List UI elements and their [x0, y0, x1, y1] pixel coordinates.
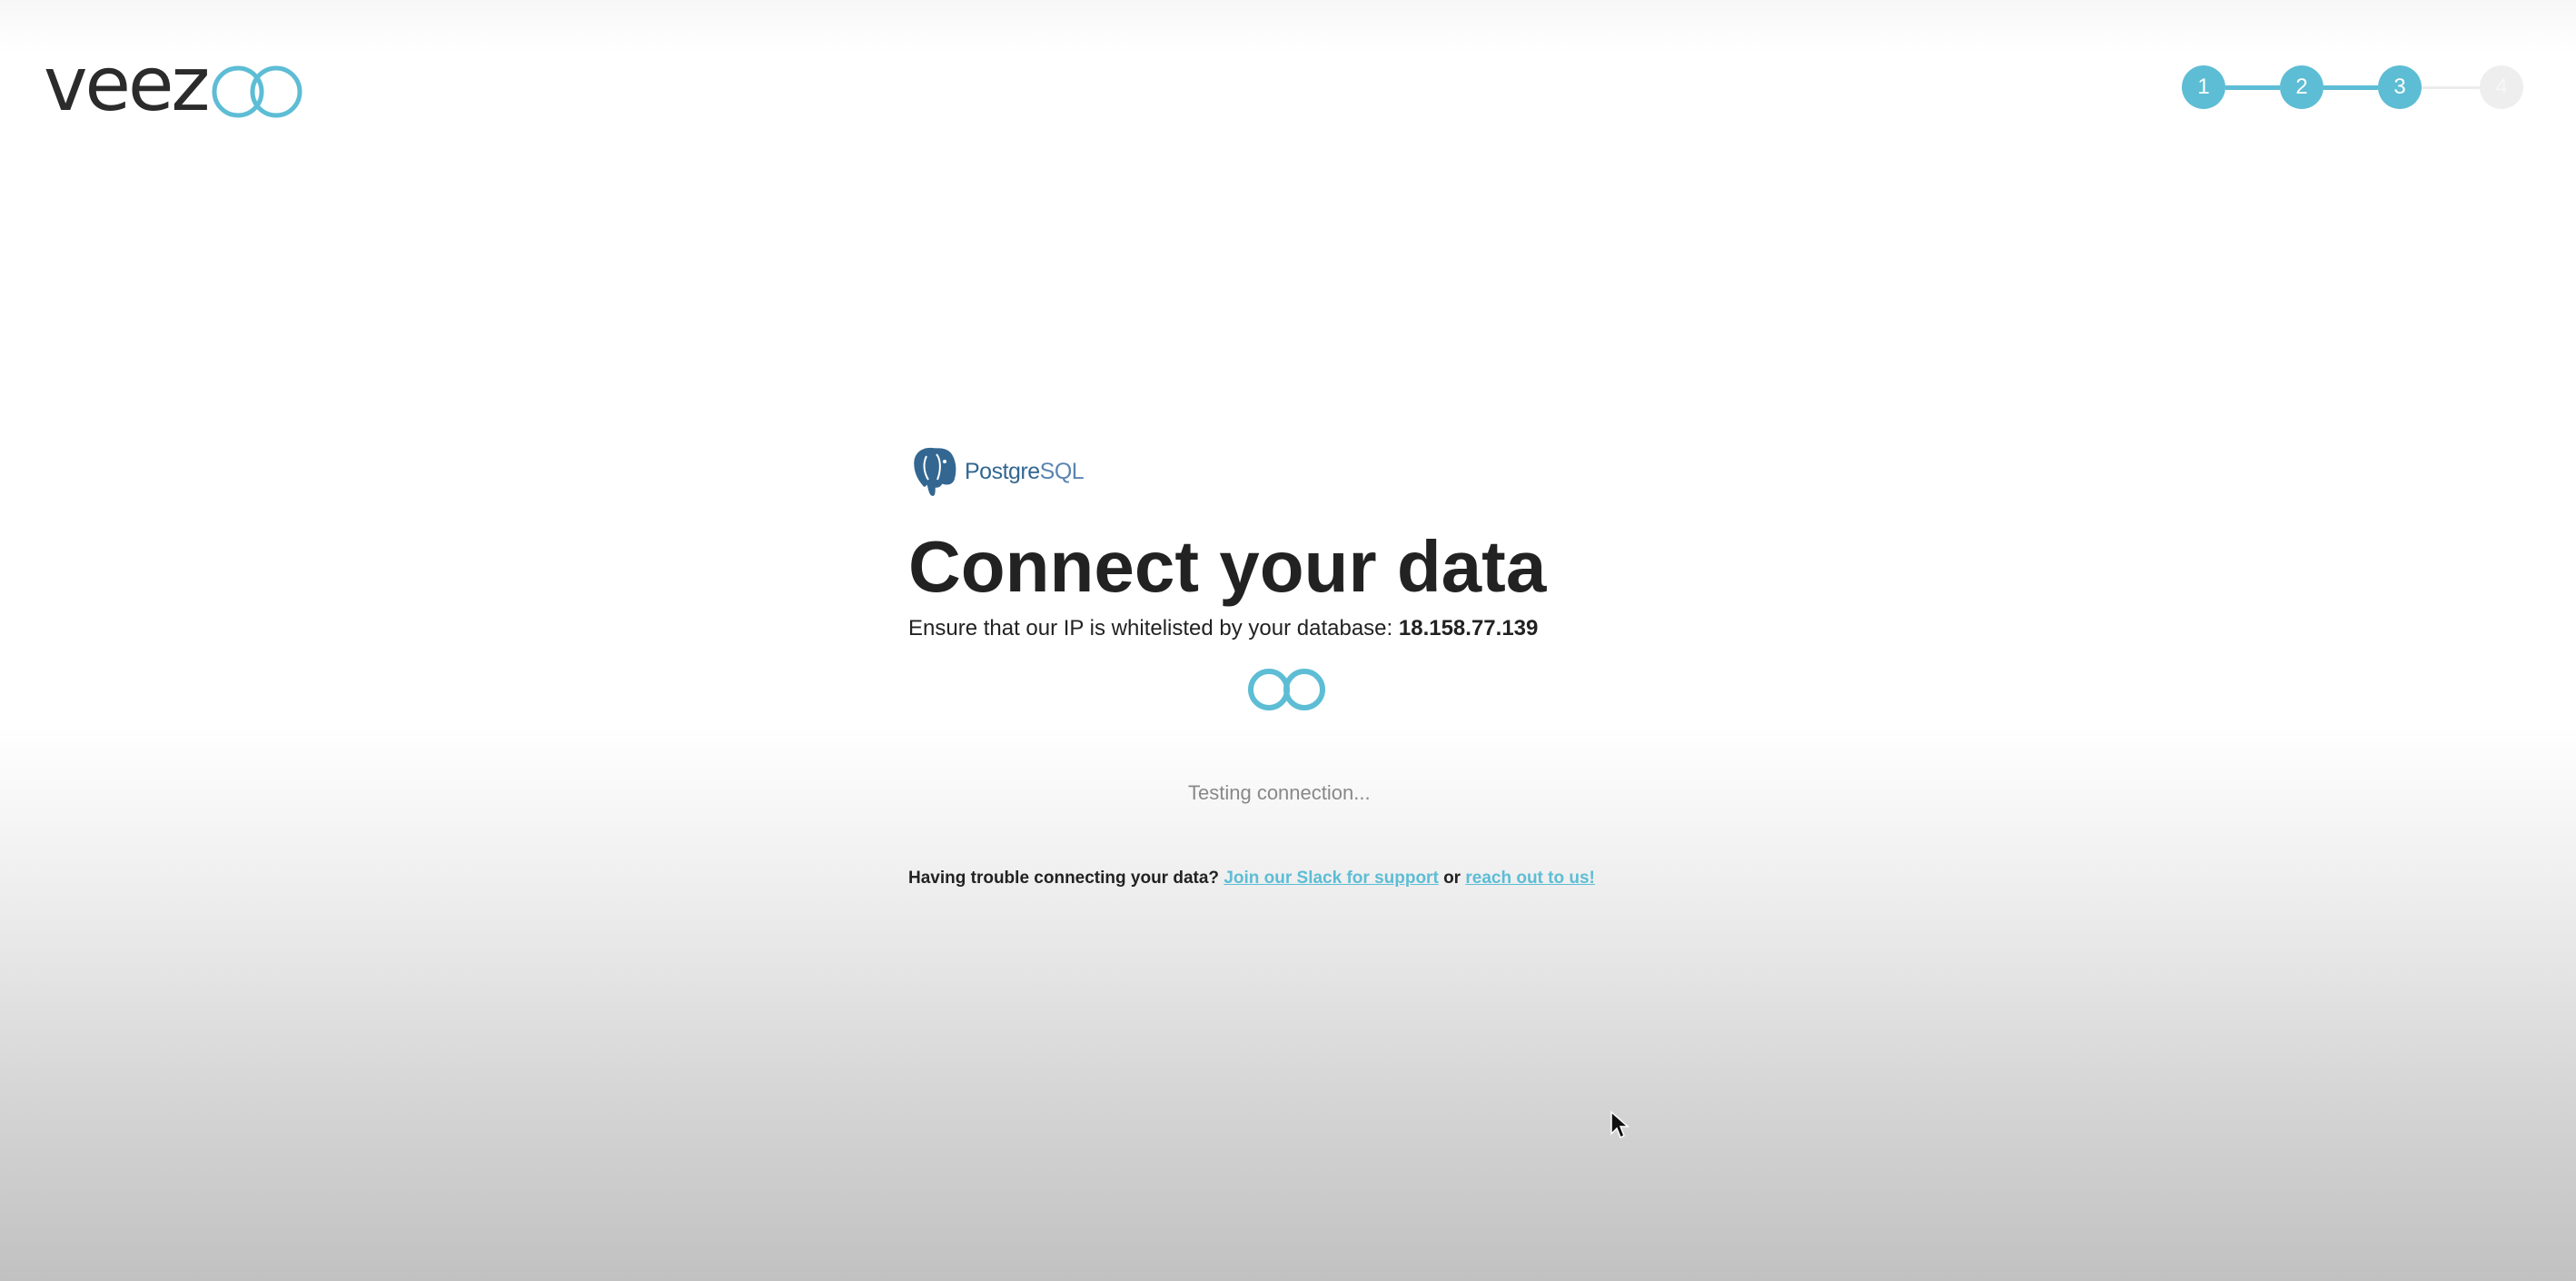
ip-whitelist-instruction: Ensure that our IP is whitelisted by you…	[908, 616, 1538, 641]
step-1[interactable]: 1	[2182, 65, 2225, 109]
logo-wordmark: veez	[44, 42, 210, 128]
step-4: 4	[2480, 65, 2523, 109]
help-text: Having trouble connecting your data? Joi…	[908, 869, 1595, 889]
connect-panel: PostgreSQL Connect your data Ensure that…	[908, 443, 1635, 888]
help-question: Having trouble connecting your data?	[908, 869, 1220, 888]
loading-rings-icon	[1248, 669, 1325, 710]
step-connector	[2323, 85, 2378, 90]
step-2[interactable]: 2	[2280, 65, 2323, 109]
step-connector	[2422, 86, 2480, 89]
step-3[interactable]: 3	[2378, 65, 2422, 109]
slack-support-link[interactable]: Join our Slack for support	[1224, 869, 1438, 888]
connection-status-text: Testing connection...	[1188, 781, 1371, 804]
postgresql-wordmark: PostgreSQL	[965, 458, 1085, 485]
ip-instruction-text: Ensure that our IP is whitelisted by you…	[908, 616, 1393, 640]
contact-us-link[interactable]: reach out to us!	[1465, 869, 1595, 888]
page-title: Connect your data	[908, 526, 1547, 607]
progress-stepper: 1 2 3 4	[2182, 65, 2523, 109]
step-connector	[2225, 85, 2280, 90]
postgresql-wordmark-suffix: SQL	[1039, 458, 1085, 484]
postgresql-elephant-icon	[911, 445, 958, 499]
postgresql-wordmark-prefix: Postgre	[965, 458, 1040, 484]
mouse-cursor-icon	[1610, 1110, 1630, 1139]
veezoo-logo[interactable]: veez	[44, 44, 305, 127]
ip-address: 18.158.77.139	[1398, 616, 1539, 640]
double-ring-logo-icon	[212, 65, 302, 118]
help-or-text: or	[1443, 869, 1461, 888]
postgresql-logo: PostgreSQL	[908, 443, 1635, 500]
